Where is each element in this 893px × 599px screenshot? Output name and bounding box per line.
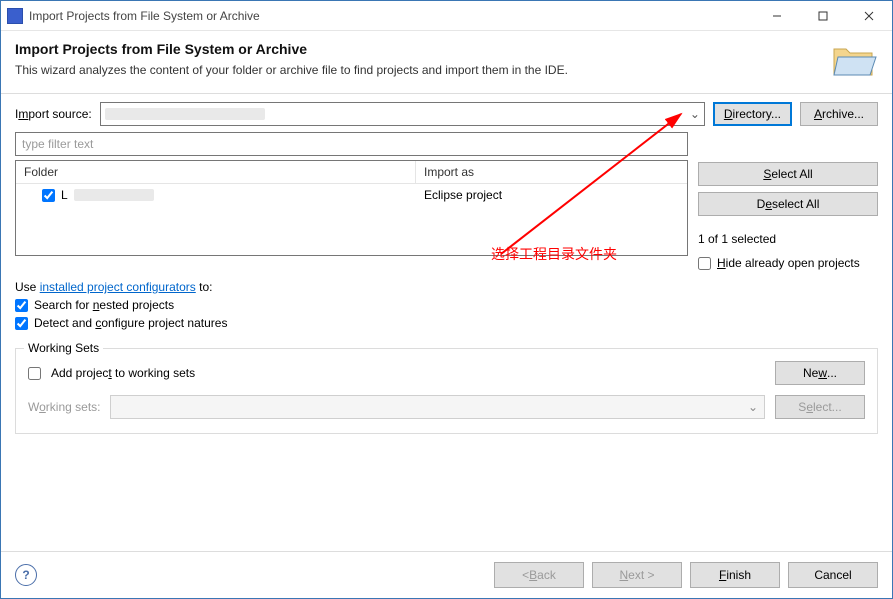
search-nested-checkbox[interactable]: [15, 299, 28, 312]
hide-open-projects-label: Hide already open projects: [717, 256, 860, 270]
page-title: Import Projects from File System or Arch…: [15, 41, 818, 57]
select-all-button[interactable]: Select All: [698, 162, 878, 186]
filter-input[interactable]: type filter text: [15, 132, 688, 156]
new-working-set-button[interactable]: New...: [775, 361, 865, 385]
folder-icon: [830, 41, 878, 81]
working-sets-legend: Working Sets: [24, 341, 103, 355]
row-checkbox[interactable]: [42, 189, 55, 202]
projects-area: type filter text Folder Import as L Ecli…: [15, 132, 878, 270]
close-icon: [864, 11, 874, 21]
maximize-icon: [818, 11, 828, 21]
installed-configurators-link[interactable]: installed project configurators: [40, 280, 196, 294]
directory-button[interactable]: Directory...: [713, 102, 792, 126]
col-import-as[interactable]: Import as: [416, 161, 687, 183]
selection-status: 1 of 1 selected: [698, 232, 878, 246]
deselect-all-button[interactable]: Deselect All: [698, 192, 878, 216]
dialog-footer: ? < Back Next > Finish Cancel: [1, 551, 892, 598]
import-source-label: Import source:: [15, 107, 92, 121]
maximize-button[interactable]: [800, 1, 846, 31]
window-title: Import Projects from File System or Arch…: [29, 9, 754, 23]
chevron-down-icon: ⌄: [748, 400, 758, 414]
row-import-as: Eclipse project: [424, 188, 679, 202]
add-to-working-sets-checkbox[interactable]: [28, 367, 41, 380]
import-source-value: [105, 108, 265, 120]
working-sets-group: Working Sets Add project to working sets…: [15, 348, 878, 434]
minimize-icon: [772, 11, 782, 21]
cancel-button[interactable]: Cancel: [788, 562, 878, 588]
select-working-sets-button: Select...: [775, 395, 865, 419]
minimize-button[interactable]: [754, 1, 800, 31]
back-button: < Back: [494, 562, 584, 588]
wizard-header: Import Projects from File System or Arch…: [1, 31, 892, 94]
configurators-section: Use installed project configurators to: …: [15, 280, 878, 330]
row-folder-redacted: [74, 189, 154, 201]
detect-natures-checkbox[interactable]: [15, 317, 28, 330]
app-icon: [7, 8, 23, 24]
import-source-row: Import source: ⌄ Directory... Archive...: [15, 102, 878, 126]
search-nested-label: Search for nested projects: [34, 298, 174, 312]
row-folder-prefix: L: [61, 188, 68, 202]
configurators-line: Use installed project configurators to:: [15, 280, 878, 294]
col-folder[interactable]: Folder: [16, 161, 416, 183]
chevron-down-icon: ⌄: [690, 107, 700, 121]
add-to-working-sets-label: Add project to working sets: [51, 366, 765, 380]
dialog-window: Import Projects from File System or Arch…: [0, 0, 893, 599]
detect-natures-label: Detect and configure project natures: [34, 316, 227, 330]
dialog-body: Import source: ⌄ Directory... Archive...…: [1, 94, 892, 551]
table-header: Folder Import as: [16, 161, 687, 184]
help-button[interactable]: ?: [15, 564, 37, 586]
import-source-combo[interactable]: ⌄: [100, 102, 705, 126]
working-sets-label: Working sets:: [28, 400, 100, 414]
finish-button[interactable]: Finish: [690, 562, 780, 588]
page-description: This wizard analyzes the content of your…: [15, 63, 818, 77]
table-row[interactable]: L Eclipse project: [16, 184, 687, 206]
next-button: Next >: [592, 562, 682, 588]
working-sets-combo: ⌄: [110, 395, 765, 419]
titlebar: Import Projects from File System or Arch…: [1, 1, 892, 31]
close-button[interactable]: [846, 1, 892, 31]
archive-button[interactable]: Archive...: [800, 102, 878, 126]
hide-open-projects-checkbox[interactable]: [698, 257, 711, 270]
projects-table: Folder Import as L Eclipse project: [15, 160, 688, 256]
